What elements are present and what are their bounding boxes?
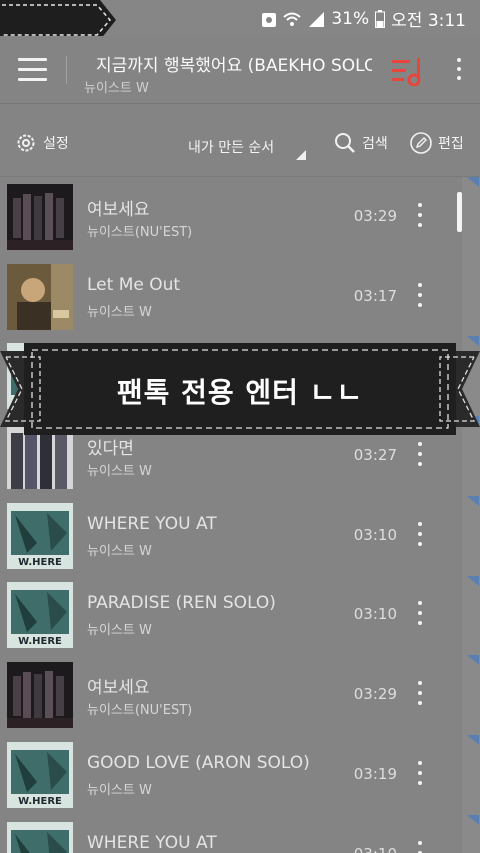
song-title: 여보세요 [87, 678, 150, 699]
song-more-options-icon[interactable] [415, 203, 425, 231]
battery-percent: 31% [331, 8, 370, 29]
song-artist: 뉴이스트 W [87, 623, 152, 639]
header-divider [66, 56, 67, 84]
search-label: 검색 [362, 136, 388, 152]
signal-icon [309, 11, 325, 27]
rail-section-marker [467, 735, 479, 745]
banner-text: 팬톡 전용 엔터 ㄴㄴ [116, 376, 364, 409]
scroll-rail[interactable] [462, 177, 480, 853]
battery-icon [375, 9, 386, 28]
pencil-icon [410, 132, 432, 154]
album-cover-thumbnail [7, 662, 73, 729]
song-more-options-icon[interactable] [415, 442, 425, 470]
song-more-options-icon[interactable] [415, 282, 425, 311]
song-title: Let Me Out [87, 274, 181, 295]
song-artist: 뉴이스트(NU'EST) [87, 225, 193, 240]
song-row[interactable]: W.HERE PARADISE (REN SOLO) 뉴이스트 W 03:10 [0, 575, 462, 655]
dropdown-triangle-icon[interactable] [296, 150, 306, 160]
album-cover-thumbnail: W.HERE [7, 741, 73, 808]
song-title: WHERE YOU AT [87, 513, 217, 534]
song-row[interactable]: 여보세요뉴이스트(NU'EST) 03:29 [0, 655, 462, 735]
settings-label: 설정 [43, 136, 69, 152]
song-more-options-icon[interactable] [415, 760, 425, 789]
song-duration: 03:10 [353, 525, 397, 544]
song-row[interactable]: 여보세요뉴이스트(NU'EST) 03:29 [0, 177, 462, 257]
svg-text:W.HERE: W.HERE [18, 636, 62, 647]
song-duration: 03:27 [353, 446, 397, 465]
edit-button[interactable]: 편집 [410, 132, 464, 154]
sort-label: 내가 만든 순서 [188, 140, 275, 156]
song-artist: 뉴이스트 W [87, 464, 152, 480]
song-title: PARADISE (REN SOLO) [87, 593, 276, 614]
song-duration: 03:29 [353, 685, 397, 704]
song-duration: 03:19 [353, 764, 397, 783]
song-artist: 뉴이스트 W [87, 543, 152, 559]
status-bar: 31% 오전 3:11 [0, 0, 480, 40]
scrollbar-thumb[interactable] [457, 192, 462, 232]
album-cover-thumbnail [7, 263, 73, 330]
svg-text:W.HERE: W.HERE [18, 557, 62, 568]
song-more-options-icon[interactable] [415, 681, 425, 709]
album-cover-thumbnail [7, 184, 73, 250]
song-title: GOOD LOVE (ARON SOLO) [87, 752, 310, 773]
album-cover-thumbnail: W.HERE [7, 582, 73, 649]
song-more-options-icon[interactable] [415, 601, 425, 629]
hamburger-menu-icon[interactable] [18, 58, 47, 82]
song-row[interactable]: W.HERE GOOD LOVE (ARON SOLO) 뉴이스트 W 03:19 [0, 735, 462, 815]
search-button[interactable]: 검색 [334, 132, 388, 154]
album-cover-thumbnail: W.HERE [7, 502, 73, 569]
song-row[interactable]: Let Me Out 뉴이스트 W 03:17 [0, 257, 462, 337]
song-artist: 뉴이스트 W [87, 304, 152, 320]
edit-label: 편집 [438, 136, 464, 152]
song-row[interactable]: W.HERE WHERE YOU AT 뉴이스트 W 03:10 [0, 496, 462, 576]
song-more-options-icon[interactable] [415, 521, 425, 550]
svg-text:W.HERE: W.HERE [18, 796, 62, 807]
corner-ribbon-decoration [0, 0, 116, 40]
song-duration: 03:17 [353, 286, 397, 305]
sort-order-dropdown[interactable]: 내가 만든 순서 [188, 137, 274, 157]
song-row[interactable]: W.HEREWHERE YOU AT뉴이스트 W03:10 [0, 815, 462, 853]
playlist-music-icon[interactable] [390, 56, 426, 86]
now-playing-artist: 뉴이스트 W [84, 81, 149, 96]
search-icon [335, 133, 355, 153]
rail-section-marker [467, 496, 479, 506]
list-toolbar: 설정 내가 만든 순서 검색 편집 [0, 105, 480, 177]
rail-section-marker [467, 576, 479, 586]
now-playing-title[interactable]: 지금까지 행복했어요 (BAEKHO SOLO) [96, 51, 372, 76]
song-artist: 뉴이스트(NU'EST) [87, 703, 193, 719]
song-artist: 뉴이스트 W [87, 782, 152, 798]
notification-icon [262, 12, 277, 27]
wifi-icon [283, 12, 302, 26]
song-list: 여보세요 뉴이스트(NU'EST) 03:29 Let Me Out 뉴이스트 W 03:… [0, 177, 462, 853]
rail-section-marker [467, 655, 479, 665]
clock: 오전 3:11 [391, 11, 466, 31]
settings-button[interactable]: 설정 [15, 132, 69, 154]
song-duration: 03:29 [353, 207, 397, 225]
song-title: 여보세요 [87, 200, 150, 220]
gear-icon [17, 134, 35, 152]
song-title: 있다면 [87, 439, 134, 460]
status-indicators: 31% 오전 3:11 [261, 6, 466, 31]
overlay-banner: 팬톡 전용 엔터 ㄴㄴ [0, 343, 480, 435]
song-duration: 03:10 [353, 605, 397, 624]
rail-section-marker [467, 815, 479, 825]
rail-section-marker [467, 177, 479, 187]
album-cover-thumbnail: W.HERE [7, 821, 73, 853]
now-playing-header: 지금까지 행복했어요 (BAEKHO SOLO) 뉴이스트 W [0, 36, 480, 104]
song-more-options-icon[interactable] [415, 840, 425, 853]
song-title: WHERE YOU AT [87, 832, 217, 853]
more-options-icon[interactable] [454, 58, 464, 84]
song-duration: 03:10 [354, 845, 397, 853]
